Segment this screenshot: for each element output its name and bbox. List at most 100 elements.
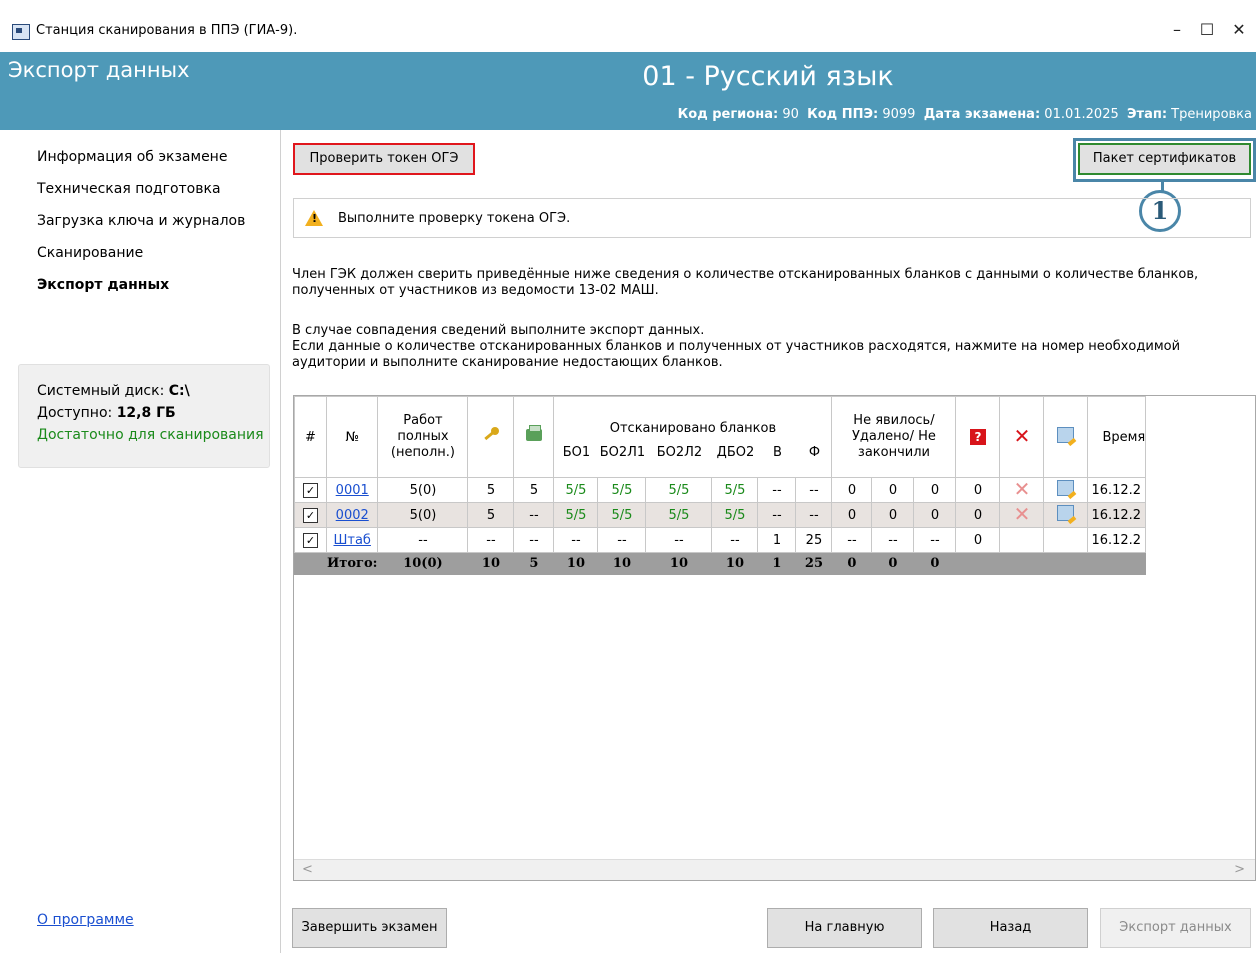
scanner-icon <box>525 425 542 441</box>
info-paragraph-3: Если данные о количестве отсканированных… <box>292 339 1181 370</box>
sidebar-item-exam-info[interactable]: Информация об экзамене <box>37 149 227 165</box>
row-edit <box>1043 527 1089 553</box>
row-edit[interactable] <box>1043 477 1089 503</box>
row-key: 5 <box>467 502 515 528</box>
table-row[interactable]: ✓ Штаб -- -- -- -- -- -- -- 1 25 -- -- -… <box>294 527 1147 553</box>
checkbox-checked[interactable]: ✓ <box>303 532 318 548</box>
back-button[interactable]: Назад <box>933 908 1088 948</box>
row-removed: -- <box>871 527 915 553</box>
region-value: 90 <box>782 107 799 122</box>
total-v: 1 <box>757 552 797 575</box>
row-time: 16.12.2 <box>1087 527 1147 553</box>
col-f: Ф <box>808 445 821 460</box>
total-absent: 0 <box>831 552 873 575</box>
maximize-button[interactable]: ☐ <box>1192 18 1222 42</box>
checkbox-checked[interactable]: ✓ <box>303 482 318 498</box>
check-token-button[interactable]: Проверить токен ОГЭ <box>293 143 475 175</box>
total-empty <box>999 552 1045 575</box>
row-f: -- <box>795 477 833 503</box>
scroll-right-icon[interactable]: > <box>1234 862 1245 877</box>
row-removed: 0 <box>871 477 915 503</box>
warning-text: Выполните проверку токена ОГЭ. <box>338 211 571 226</box>
scanned-group-label: Отсканировано бланков <box>609 421 777 436</box>
audience-link[interactable]: Штаб <box>333 533 370 548</box>
row-scan: -- <box>513 502 555 528</box>
edit-icon <box>1057 427 1075 443</box>
col-absent-label: Не явилось/ Удалено/ Не закончили <box>851 413 936 460</box>
table-row[interactable]: ✓ 0002 5(0) 5 -- 5/5 5/5 5/5 5/5 -- -- 0… <box>294 502 1147 528</box>
row-key: -- <box>467 527 515 553</box>
row-absent: 0 <box>831 477 873 503</box>
row-bo1: -- <box>553 527 599 553</box>
table-row[interactable]: ✓ 0001 5(0) 5 5 5/5 5/5 5/5 5/5 -- -- 0 … <box>294 477 1147 503</box>
total-empty <box>1087 552 1147 575</box>
free-space-label: Доступно: <box>37 405 113 421</box>
audience-link[interactable]: 0002 <box>336 508 369 523</box>
row-v: -- <box>757 502 797 528</box>
audience-table[interactable]: # № Работ полных (неполн.) Отсканировано… <box>293 395 1256 881</box>
horizontal-scrollbar[interactable]: < > <box>294 859 1255 880</box>
cert-package-button[interactable]: Пакет сертификатов <box>1078 143 1251 175</box>
system-disk-row: Системный диск: C:\ <box>37 383 190 399</box>
row-question: 0 <box>955 527 1001 553</box>
col-hash: # <box>294 396 327 478</box>
ppe-label: Код ППЭ: <box>807 107 879 122</box>
total-works: 10(0) <box>377 552 469 575</box>
stage-label: Этап: <box>1127 107 1168 122</box>
edit-icon[interactable] <box>1057 505 1075 521</box>
sidebar-item-key-load[interactable]: Загрузка ключа и журналов <box>37 213 245 229</box>
row-dbo2: 5/5 <box>711 477 759 503</box>
sidebar-item-export[interactable]: Экспорт данных <box>37 277 169 293</box>
about-link[interactable]: О программе <box>37 912 134 928</box>
total-scan: 5 <box>513 552 555 575</box>
row-number[interactable]: Штаб <box>325 527 379 553</box>
row-absent: -- <box>831 527 873 553</box>
minimize-button[interactable]: – <box>1162 18 1192 42</box>
delete-icon[interactable]: ✕ <box>1014 479 1031 501</box>
row-works: -- <box>377 527 469 553</box>
checkbox-checked[interactable]: ✓ <box>303 507 318 523</box>
sidebar-item-scanning[interactable]: Сканирование <box>37 245 143 261</box>
edit-icon[interactable] <box>1057 480 1075 496</box>
row-number[interactable]: 0001 <box>325 477 379 503</box>
col-dbo2: ДБО2 <box>716 445 755 460</box>
delete-icon[interactable]: ✕ <box>1014 504 1031 526</box>
sidebar: Информация об экзамене Техническая подго… <box>0 130 281 953</box>
sidebar-item-tech-prep[interactable]: Техническая подготовка <box>37 181 221 197</box>
finish-exam-button[interactable]: Завершить экзамен <box>292 908 447 948</box>
row-checkbox[interactable]: ✓ <box>294 502 327 528</box>
row-bo2l1: 5/5 <box>597 502 647 528</box>
close-button[interactable]: ✕ <box>1224 18 1254 42</box>
audience-grid: # № Работ полных (неполн.) Отсканировано… <box>294 396 1147 575</box>
export-button[interactable]: Экспорт данных <box>1100 908 1251 948</box>
row-unfinished: 0 <box>913 477 957 503</box>
row-number[interactable]: 0002 <box>325 502 379 528</box>
row-checkbox[interactable]: ✓ <box>294 477 327 503</box>
row-checkbox[interactable]: ✓ <box>294 527 327 553</box>
audience-link[interactable]: 0001 <box>336 483 369 498</box>
col-time: Время <box>1087 396 1147 478</box>
header-banner: Экспорт данных 01 - Русский язык Код рег… <box>0 52 1256 130</box>
date-label: Дата экзамена: <box>923 107 1041 122</box>
row-time: 16.12.2 <box>1087 502 1147 528</box>
scroll-left-icon[interactable]: < <box>302 862 313 877</box>
row-question: 0 <box>955 477 1001 503</box>
warning-icon <box>305 210 323 226</box>
col-works: Работ полных (неполн.) <box>377 396 469 478</box>
row-bo2l2: -- <box>645 527 713 553</box>
row-bo2l1: -- <box>597 527 647 553</box>
row-edit[interactable] <box>1043 502 1089 528</box>
row-delete[interactable]: ✕ <box>999 502 1045 528</box>
row-key: 5 <box>467 477 515 503</box>
total-empty <box>1043 552 1089 575</box>
info-paragraph-2: В случае совпадения сведений выполните э… <box>292 323 705 338</box>
total-bo2l2: 10 <box>645 552 713 575</box>
row-v: 1 <box>757 527 797 553</box>
home-button[interactable]: На главную <box>767 908 922 948</box>
region-label: Код региона: <box>677 107 779 122</box>
row-delete[interactable]: ✕ <box>999 477 1045 503</box>
row-scan: -- <box>513 527 555 553</box>
free-space-row: Доступно: 12,8 ГБ <box>37 405 176 421</box>
row-v: -- <box>757 477 797 503</box>
total-bo2l1: 10 <box>597 552 647 575</box>
